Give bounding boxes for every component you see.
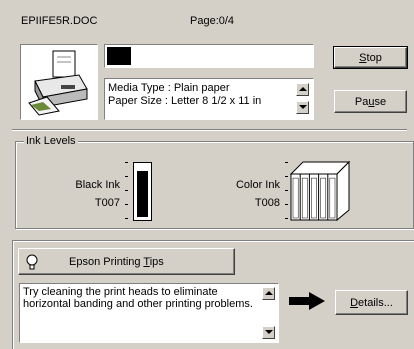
divider <box>12 129 407 131</box>
color-ink-code: T008 <box>254 197 280 209</box>
details-button[interactable]: Details... <box>335 290 408 315</box>
tips-label-suffix: ips <box>149 255 164 268</box>
black-ink-name: Black Ink <box>75 179 120 191</box>
color-ink-name: Color Ink <box>235 179 280 191</box>
details-label-accel: D <box>350 296 359 309</box>
color-ink-level-bar <box>320 177 327 219</box>
color-ink-level-bar <box>329 177 336 219</box>
tip-text: Try cleaning the print heads to eliminat… <box>23 286 253 310</box>
black-cartridge <box>133 162 152 221</box>
color-cartridge <box>289 160 351 222</box>
pause-label-prefix: Pa <box>354 95 369 108</box>
tip-scroll-down[interactable] <box>262 326 275 339</box>
printer-icon <box>20 44 98 120</box>
stop-button[interactable]: Stop <box>333 46 408 69</box>
details-label-suffix: etails... <box>358 296 393 309</box>
ink-levels-title: Ink Levels <box>24 135 78 147</box>
black-tick <box>125 176 128 177</box>
black-tick <box>125 218 128 219</box>
color-ink-level-bar <box>311 177 317 219</box>
media-type-text: Media Type : Plain paper <box>108 82 230 94</box>
paper-size-text: Paper Size : Letter 8 1/2 x 11 in <box>108 95 262 107</box>
black-tick <box>125 204 128 205</box>
media-info-box: Media Type : Plain paper Paper Size : Le… <box>104 78 314 120</box>
black-ink-gauge <box>123 160 155 222</box>
color-ink-level-bar <box>301 177 308 219</box>
printing-tips-button[interactable]: Epson Printing Tips <box>18 248 235 275</box>
progress-bar <box>104 44 314 68</box>
stop-label-suffix: top <box>366 51 382 64</box>
tips-label-prefix: Epson Printing <box>69 255 144 268</box>
page-status: Page:0/4 <box>190 15 235 27</box>
media-scroll-up[interactable] <box>296 83 309 96</box>
pause-button[interactable]: Pa u se <box>334 90 407 113</box>
black-tick <box>125 162 128 163</box>
black-tick <box>125 190 128 191</box>
lightbulb-icon <box>25 254 39 270</box>
right-arrow-icon <box>289 292 325 310</box>
progress-fill <box>107 47 131 65</box>
black-ink-code: T007 <box>94 197 120 209</box>
color-ink-gauge <box>283 160 351 222</box>
tip-scroll-up[interactable] <box>262 287 275 300</box>
tip-text-box: Try cleaning the print heads to eliminat… <box>19 283 279 343</box>
stop-label-accel: S <box>359 51 367 64</box>
media-scroll-down[interactable] <box>296 101 309 114</box>
black-ink-fill <box>137 171 148 217</box>
document-filename: EPIIFE5R.DOC <box>21 15 98 27</box>
color-ink-level-bar <box>292 177 299 219</box>
pause-label-suffix: se <box>374 95 387 108</box>
